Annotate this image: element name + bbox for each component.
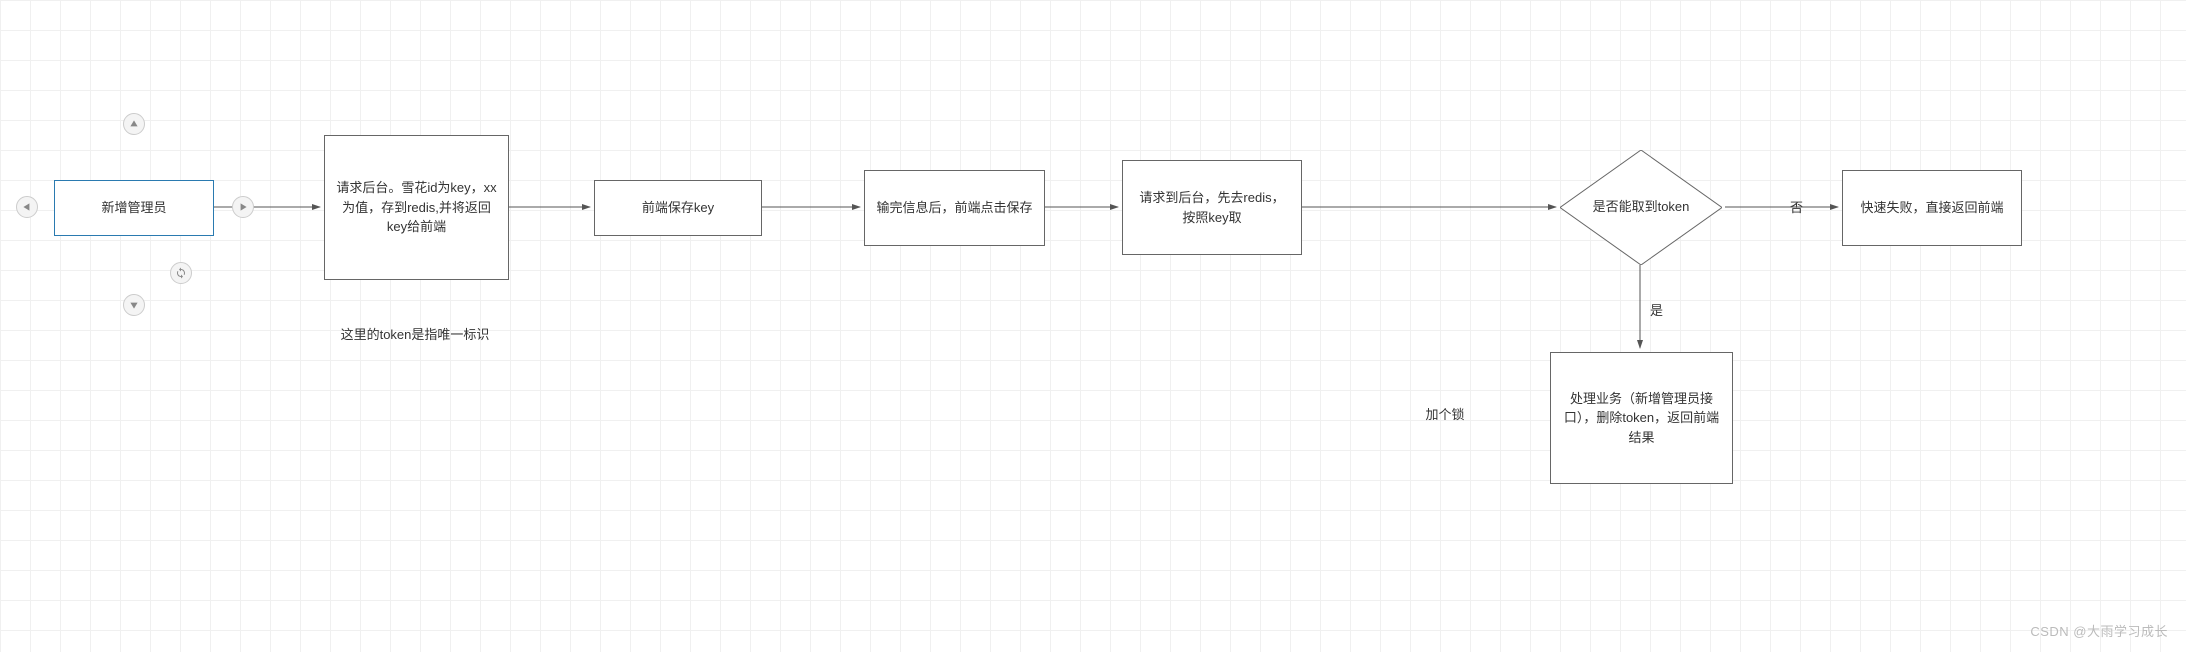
triangle-left-icon <box>21 201 33 213</box>
triangle-up-icon <box>128 118 140 130</box>
node-text: 请求到后台，先去redis，按照key取 <box>1133 188 1291 227</box>
node-process-business[interactable]: 处理业务（新增管理员接口），删除token，返回前端结果 <box>1550 352 1733 484</box>
diagram-canvas[interactable]: 新增管理员 请求后台。雪花id为key，xx为值，存到redis,并将返回key… <box>0 0 2186 652</box>
decision-text: 是否能取到token <box>1581 198 1702 216</box>
edge-label-yes: 是 <box>1650 300 1663 319</box>
node-fetch-redis[interactable]: 请求到后台，先去redis，按照key取 <box>1122 160 1302 255</box>
decision-token[interactable]: 是否能取到token <box>1560 150 1722 265</box>
node-text: 快速失败，直接返回前端 <box>1860 198 2003 218</box>
triangle-down-icon <box>128 299 140 311</box>
node-text: 新增管理员 <box>101 198 166 218</box>
handle-left[interactable] <box>16 196 38 218</box>
annotation-lock-note: 加个锁 <box>1405 405 1485 425</box>
watermark: CSDN @大雨学习成长 <box>2030 621 2168 640</box>
node-text: 请求后台。雪花id为key，xx为值，存到redis,并将返回key给前端 <box>335 178 498 237</box>
handle-bottom[interactable] <box>123 294 145 316</box>
node-text: 处理业务（新增管理员接口），删除token，返回前端结果 <box>1561 389 1722 448</box>
handle-right[interactable] <box>232 196 254 218</box>
node-request-backend[interactable]: 请求后台。雪花id为key，xx为值，存到redis,并将返回key给前端 <box>324 135 509 280</box>
triangle-right-icon <box>237 201 249 213</box>
annotation-token-note: 这里的token是指唯一标识 <box>320 325 510 345</box>
node-text: 前端保存key <box>642 198 714 218</box>
node-new-admin[interactable]: 新增管理员 <box>54 180 214 236</box>
edge-label-no: 否 <box>1790 197 1803 216</box>
node-frontend-save-key[interactable]: 前端保存key <box>594 180 762 236</box>
handle-rotate[interactable] <box>170 262 192 284</box>
node-fail-fast[interactable]: 快速失败，直接返回前端 <box>1842 170 2022 246</box>
handle-top[interactable] <box>123 113 145 135</box>
rotate-icon <box>175 267 187 279</box>
node-text: 输完信息后，前端点击保存 <box>876 198 1032 218</box>
node-click-save[interactable]: 输完信息后，前端点击保存 <box>864 170 1045 246</box>
